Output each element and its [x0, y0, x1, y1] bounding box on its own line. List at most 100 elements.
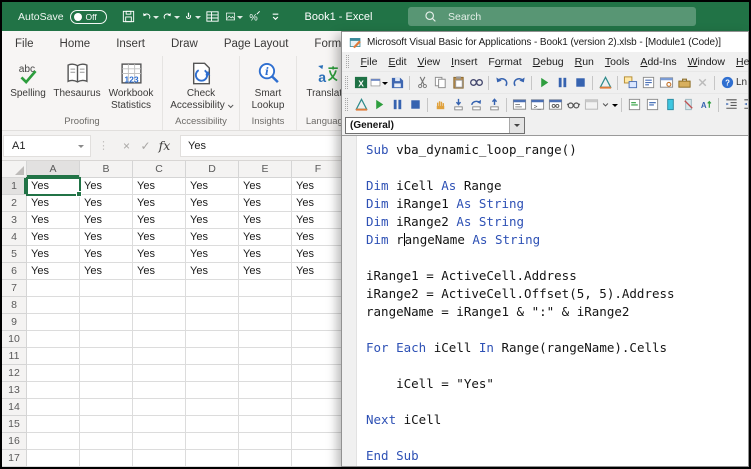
- autosave-control[interactable]: AutoSave Off: [18, 10, 107, 24]
- cell-a7[interactable]: [27, 280, 80, 297]
- cell-b10[interactable]: [80, 331, 133, 348]
- enter-button[interactable]: ✓: [136, 139, 155, 153]
- cell-d6[interactable]: Yes: [186, 263, 239, 280]
- toggle-breakpoint-icon[interactable]: [431, 96, 449, 113]
- save-icon[interactable]: [388, 74, 406, 91]
- cell-b8[interactable]: [80, 297, 133, 314]
- cell-e5[interactable]: Yes: [239, 246, 292, 263]
- more-icon[interactable]: [600, 96, 618, 113]
- column-header-c[interactable]: C: [133, 161, 186, 178]
- vba-menu-window[interactable]: Window: [682, 54, 730, 70]
- cell-a6[interactable]: Yes: [27, 263, 80, 280]
- cell-d11[interactable]: [186, 348, 239, 365]
- column-header-e[interactable]: E: [239, 161, 292, 178]
- cell-c17[interactable]: [133, 450, 186, 467]
- cell-f3[interactable]: Yes: [292, 212, 345, 229]
- touch-mode-icon[interactable]: [183, 8, 201, 25]
- code-line-9[interactable]: iRange2 = ActiveCell.Offset(5, 5).Addres…: [366, 285, 748, 303]
- cell-d15[interactable]: [186, 416, 239, 433]
- cell-e10[interactable]: [239, 331, 292, 348]
- smart-lookup-button[interactable]: i Smart Lookup: [243, 58, 293, 112]
- cell-b11[interactable]: [80, 348, 133, 365]
- dropdown-arrow-icon[interactable]: [174, 16, 180, 22]
- cell-e9[interactable]: [239, 314, 292, 331]
- code-line-11[interactable]: [366, 321, 748, 339]
- cell-f1[interactable]: Yes: [292, 178, 345, 195]
- cell-f9[interactable]: [292, 314, 345, 331]
- cell-c13[interactable]: [133, 382, 186, 399]
- break-icon[interactable]: [388, 96, 406, 113]
- cell-c14[interactable]: [133, 399, 186, 416]
- check-accessibility-button[interactable]: Check Accessibility: [166, 58, 236, 112]
- quick-watch-icon[interactable]: [564, 96, 582, 113]
- cell-a8[interactable]: [27, 297, 80, 314]
- immediate-window-icon[interactable]: >_: [528, 96, 546, 113]
- watch-window-icon[interactable]: [546, 96, 564, 113]
- insert-function-button[interactable]: fx: [155, 138, 174, 153]
- cell-a11[interactable]: [27, 348, 80, 365]
- cell-d4[interactable]: Yes: [186, 229, 239, 246]
- row-header-14[interactable]: 14: [2, 399, 27, 416]
- cell-a2[interactable]: Yes: [27, 195, 80, 212]
- complete-word-icon[interactable]: A: [697, 96, 715, 113]
- code-line-12[interactable]: For Each iCell In Range(rangeName).Cells: [366, 339, 748, 357]
- cell-e14[interactable]: [239, 399, 292, 416]
- cell-f14[interactable]: [292, 399, 345, 416]
- clear-bookmarks-icon[interactable]: [679, 96, 697, 113]
- spelling-button[interactable]: abc Spelling: [5, 58, 51, 100]
- cell-b14[interactable]: [80, 399, 133, 416]
- cell-e8[interactable]: [239, 297, 292, 314]
- row-header-10[interactable]: 10: [2, 331, 27, 348]
- row-header-3[interactable]: 3: [2, 212, 27, 229]
- code-line-10[interactable]: rangeName = iRange1 & ":" & iRange2: [366, 303, 748, 321]
- cell-a16[interactable]: [27, 433, 80, 450]
- outdent-icon[interactable]: [740, 96, 748, 113]
- design-mode-icon[interactable]: [352, 96, 370, 113]
- cell-f12[interactable]: [292, 365, 345, 382]
- cell-a1[interactable]: Yes: [27, 178, 80, 195]
- cell-e11[interactable]: [239, 348, 292, 365]
- row-header-12[interactable]: 12: [2, 365, 27, 382]
- step-over-icon[interactable]: [467, 96, 485, 113]
- toolbar-grip[interactable]: [345, 76, 348, 89]
- tab-page-layout[interactable]: Page Layout: [211, 38, 302, 56]
- cell-e1[interactable]: Yes: [239, 178, 292, 195]
- cell-f5[interactable]: Yes: [292, 246, 345, 263]
- code-line-5[interactable]: Dim iRange2 As String: [366, 213, 748, 231]
- name-box[interactable]: A1: [3, 135, 91, 157]
- cell-c3[interactable]: Yes: [133, 212, 186, 229]
- step-out-icon[interactable]: [485, 96, 503, 113]
- properties-window-icon[interactable]: [639, 74, 657, 91]
- cell-a15[interactable]: [27, 416, 80, 433]
- cell-e6[interactable]: Yes: [239, 263, 292, 280]
- cell-b4[interactable]: Yes: [80, 229, 133, 246]
- cell-a12[interactable]: [27, 365, 80, 382]
- cell-a17[interactable]: [27, 450, 80, 467]
- workbook-statistics-button[interactable]: 123 Workbook Statistics: [103, 58, 159, 112]
- help-icon[interactable]: ?: [718, 74, 736, 91]
- row-header-17[interactable]: 17: [2, 450, 27, 467]
- tab-file[interactable]: File: [2, 38, 47, 56]
- cell-e7[interactable]: [239, 280, 292, 297]
- row-header-4[interactable]: 4: [2, 229, 27, 246]
- cell-b9[interactable]: [80, 314, 133, 331]
- cell-b13[interactable]: [80, 382, 133, 399]
- cell-e15[interactable]: [239, 416, 292, 433]
- cell-c7[interactable]: [133, 280, 186, 297]
- cell-f7[interactable]: [292, 280, 345, 297]
- cell-f16[interactable]: [292, 433, 345, 450]
- cell-f15[interactable]: [292, 416, 345, 433]
- find-icon[interactable]: [467, 74, 485, 91]
- cell-c12[interactable]: [133, 365, 186, 382]
- row-header-8[interactable]: 8: [2, 297, 27, 314]
- cell-d12[interactable]: [186, 365, 239, 382]
- cell-e17[interactable]: [239, 450, 292, 467]
- code-line-2[interactable]: [366, 159, 748, 177]
- step-into-icon[interactable]: [449, 96, 467, 113]
- cell-e2[interactable]: Yes: [239, 195, 292, 212]
- cell-d13[interactable]: [186, 382, 239, 399]
- row-header-9[interactable]: 9: [2, 314, 27, 331]
- tab-insert[interactable]: Insert: [103, 38, 158, 56]
- uncomment-block-icon[interactable]: [643, 96, 661, 113]
- cell-f11[interactable]: [292, 348, 345, 365]
